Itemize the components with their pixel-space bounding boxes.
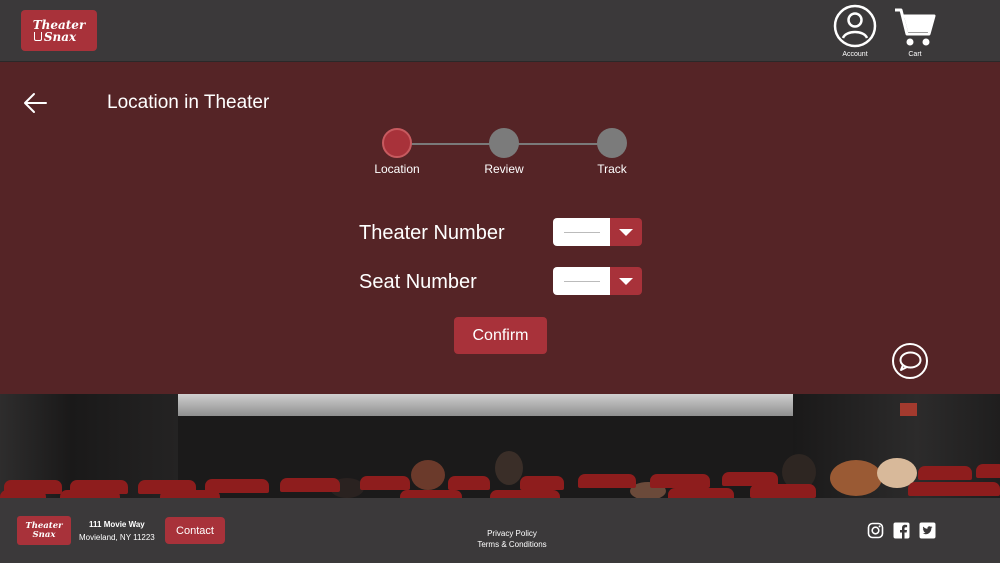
top-header: Theater Snax Account Cart [0,0,1000,62]
step-dot [489,128,519,158]
logo[interactable]: Theater Snax [21,10,97,51]
seat-number-label: Seat Number [359,271,477,293]
logo-text-line2: Snax [32,529,56,540]
contact-button[interactable]: Contact [165,517,225,544]
step-dot-active [382,128,412,158]
logo-text-line1: Theater [32,17,86,32]
theater-number-value [553,218,610,246]
footer-links: Privacy Policy Terms & Conditions [450,528,574,550]
confirm-button[interactable]: Confirm [454,317,547,354]
step-label: Review [484,162,524,176]
address: 111 Movie Way Movieland, NY 11223 [79,518,155,544]
terms-conditions-link[interactable]: Terms & Conditions [450,539,574,550]
step-location: Location [362,128,432,176]
address-line2: Movieland, NY 11223 [79,533,155,542]
instagram-icon[interactable] [867,522,884,539]
seat-number-value [553,267,610,295]
cart-button[interactable]: Cart [893,4,937,58]
theater-number-label: Theater Number [359,222,505,244]
step-label: Track [597,162,627,176]
cinema-screen [178,394,793,416]
seat-number-select[interactable] [553,267,642,295]
footer: Theater Snax 111 Movie Way Movieland, NY… [0,498,1000,563]
cart-label: Cart [908,51,922,58]
logo-text-line2: Snax [43,29,77,44]
account-button[interactable]: Account [832,4,878,58]
facebook-icon[interactable] [893,522,910,539]
theater-number-select[interactable] [553,218,642,246]
step-track: Track [577,128,647,176]
page-title: Location in Theater [107,92,270,113]
chevron-down-icon[interactable] [610,218,642,246]
popcorn-icon [33,32,42,41]
twitter-icon[interactable] [919,522,936,539]
address-line1: 111 Movie Way [89,520,145,529]
step-label: Location [374,162,420,176]
footer-logo[interactable]: Theater Snax [17,516,71,545]
progress-stepper: Location Review Track [364,128,634,180]
chevron-down-icon[interactable] [610,267,642,295]
exit-sign [900,403,917,416]
account-label: Account [842,51,868,58]
theater-banner-image [0,394,1000,498]
location-panel: Location in Theater Location Review Trac… [0,62,1000,394]
account-icon [833,4,877,48]
chat-icon[interactable] [891,342,929,380]
back-arrow-icon[interactable] [22,92,48,114]
step-dot [597,128,627,158]
cart-icon [895,8,936,46]
step-review: Review [469,128,539,176]
privacy-policy-link[interactable]: Privacy Policy [450,528,574,539]
